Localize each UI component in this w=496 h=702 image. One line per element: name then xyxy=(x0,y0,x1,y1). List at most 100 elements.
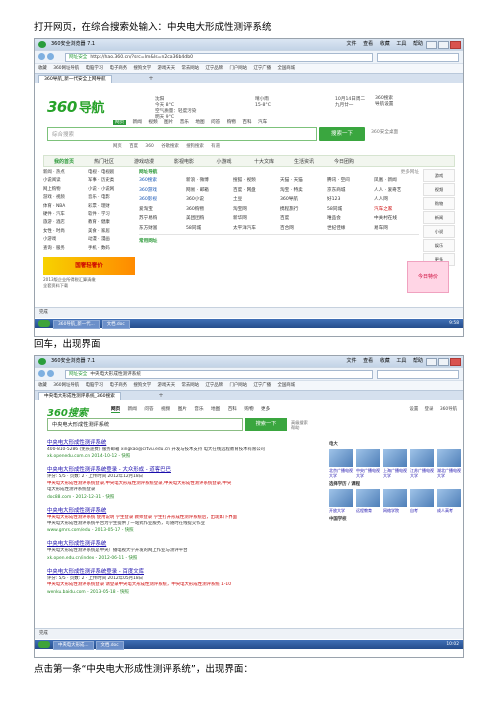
minimize-icon[interactable] xyxy=(426,358,437,366)
sidebar-card[interactable]: 成人高考 xyxy=(437,489,461,513)
result-url[interactable]: xk.openedu.com.cn 2014-10-12 - 快照 xyxy=(47,453,309,459)
sidebar-card[interactable]: 北京广播电视大学 xyxy=(329,449,353,478)
result-url[interactable]: xk.open.edu.cn/index - 2012-06-11 - 快照 xyxy=(47,555,309,561)
nav-item[interactable]: 生活资讯 xyxy=(284,156,324,166)
nav-item[interactable]: 今日团购 xyxy=(324,156,364,166)
tab-baike[interactable]: 百科 xyxy=(228,407,237,412)
weather-widget[interactable]: 沈阳 今天 8°C 空气质量：轻度污染 明天 9°C xyxy=(155,97,196,121)
minimize-icon[interactable] xyxy=(426,41,437,49)
tab-video[interactable]: 视频 xyxy=(161,407,170,412)
help-link[interactable]: 帮助 xyxy=(291,425,308,430)
more-link[interactable]: 更多网址 xyxy=(401,169,419,175)
fav-item[interactable]: 辽宁广播 xyxy=(253,66,271,71)
result-url[interactable]: www.gmrs.com/edu - 2013-05-17 - 快照 xyxy=(47,527,309,533)
taskbar-item[interactable]: 360导航_新一代... xyxy=(53,320,100,329)
nav-item[interactable]: 十大文库 xyxy=(244,156,284,166)
tab-images[interactable]: 图片 xyxy=(164,120,173,125)
close-icon[interactable] xyxy=(450,358,461,366)
result-title[interactable]: 中央电大形成性测评系统 xyxy=(47,506,309,514)
taskbar-item[interactable]: 文档.doc xyxy=(101,320,130,329)
settings-link[interactable]: 设置 xyxy=(409,407,418,412)
fav-item[interactable]: 电子商务 xyxy=(110,66,128,71)
sidebar-card[interactable]: 远程教育 xyxy=(356,489,380,513)
menu-tools[interactable]: 工具 xyxy=(396,41,406,47)
tab-images[interactable]: 图片 xyxy=(178,407,187,412)
back-icon[interactable] xyxy=(38,370,45,377)
engine-option[interactable]: 搜狗搜索 xyxy=(186,144,204,149)
forward-icon[interactable] xyxy=(47,370,54,377)
sidebar-card[interactable]: 湖北广播电视大学 xyxy=(437,449,461,478)
fav-item[interactable]: 游戏天天 xyxy=(158,383,176,388)
tab-shopping[interactable]: 购物 xyxy=(244,407,253,412)
tab-map[interactable]: 地图 xyxy=(195,120,204,125)
taskbar-item[interactable]: 文档.doc xyxy=(95,641,124,650)
fav-item[interactable]: 收藏 xyxy=(38,66,47,71)
browser-search-input[interactable] xyxy=(377,370,459,379)
result-title[interactable]: 中央电大形成性测评系统 xyxy=(47,438,309,446)
fav-item[interactable]: 全国商城 xyxy=(277,66,295,71)
fav-item[interactable]: 游戏天天 xyxy=(158,66,176,71)
sidebar-card[interactable]: 网络学院 xyxy=(383,489,407,513)
tab-qa[interactable]: 问答 xyxy=(144,407,153,412)
fav-item[interactable]: 门户网站 xyxy=(229,66,247,71)
sidebar-card[interactable]: 上海广播电视大学 xyxy=(383,449,407,478)
hot-link[interactable]: 360安全桌面 xyxy=(371,129,398,135)
main-search-input[interactable]: 综合搜索 xyxy=(47,127,317,141)
fav-item[interactable]: 收藏 xyxy=(38,383,47,388)
fav-item[interactable]: 电脑学习 xyxy=(86,66,104,71)
engine-option[interactable]: 有道 xyxy=(211,144,220,149)
fav-item[interactable]: 360网址导航 xyxy=(53,66,79,71)
tab-baike[interactable]: 百科 xyxy=(242,120,251,125)
start-button-icon[interactable] xyxy=(38,641,50,648)
tab-music[interactable]: 音乐 xyxy=(180,120,189,125)
nav-item[interactable]: 热门社区 xyxy=(84,156,124,166)
maximize-icon[interactable] xyxy=(438,41,449,49)
site-logo[interactable]: 360搜索 xyxy=(47,404,88,419)
result-title[interactable]: 中央电大形成性测评系统 xyxy=(47,539,309,547)
nav-item[interactable]: 我的首页 xyxy=(44,156,84,166)
tab-video[interactable]: 视频 xyxy=(148,120,157,125)
sidebar-card[interactable]: 江苏广播电视大学 xyxy=(410,449,434,478)
tab-news[interactable]: 新闻 xyxy=(128,407,137,412)
tab-auto[interactable]: 汽车 xyxy=(258,120,267,125)
link-nav-settings[interactable]: 导航设置 xyxy=(375,102,393,108)
url-input[interactable]: 网址安全 http://hao.360.cn/?src=lm&ls=n2ca36b… xyxy=(65,53,373,62)
new-tab-icon[interactable]: + xyxy=(147,75,155,82)
menu-view[interactable]: 查看 xyxy=(363,41,373,47)
tab-web[interactable]: 网页 xyxy=(111,407,121,413)
fav-item[interactable]: 全国商城 xyxy=(277,383,295,388)
banner-ad[interactable]: 国奢轻奢价 xyxy=(43,257,135,275)
browser-search-input[interactable] xyxy=(377,53,459,62)
fav-item[interactable]: 常去网站 xyxy=(182,66,200,71)
result-url[interactable]: doc88.com - 2012-12-31 - 快照 xyxy=(47,494,309,500)
back-icon[interactable] xyxy=(38,53,45,60)
menu-tools[interactable]: 工具 xyxy=(396,358,406,364)
menu-favorites[interactable]: 收藏 xyxy=(380,358,390,364)
tab-map[interactable]: 地图 xyxy=(211,407,220,412)
result-title[interactable]: 中央电大形成性测评系统登录 - 大众形成 - 道客巴巴 xyxy=(47,465,309,473)
maximize-icon[interactable] xyxy=(438,358,449,366)
tab-news[interactable]: 新闻 xyxy=(133,120,142,125)
menu-help[interactable]: 帮助 xyxy=(413,41,423,47)
sidebar-card[interactable]: 中央广播电视大学 xyxy=(356,449,380,478)
fav-item[interactable]: 门户网站 xyxy=(229,383,247,388)
sidebar-card[interactable]: 开放大学 xyxy=(329,489,353,513)
engine-option[interactable]: 百度 xyxy=(129,144,138,149)
taskbar-item[interactable]: 中央电大形成... xyxy=(53,641,94,650)
tab-web[interactable]: 网页 xyxy=(113,120,127,125)
fav-item[interactable]: 搜狗文学 xyxy=(134,66,152,71)
fav-item[interactable]: 辽宁品牌 xyxy=(205,66,223,71)
tab-shopping[interactable]: 购物 xyxy=(227,120,236,125)
forward-icon[interactable] xyxy=(47,53,54,60)
fav-item[interactable]: 电子商务 xyxy=(110,383,128,388)
fav-item[interactable]: 搜狗文学 xyxy=(134,383,152,388)
result-url[interactable]: wenku.baidu.com - 2013-05-18 - 快照 xyxy=(47,589,309,595)
result-title[interactable]: 中央电大形成性测评系统登录 - 百度文库 xyxy=(47,567,309,575)
sidebar-card[interactable]: 自考 xyxy=(410,489,434,513)
url-input[interactable]: 网址安全 中央电大形成性测评系统 xyxy=(65,370,373,379)
fav-item[interactable]: 辽宁品牌 xyxy=(205,383,223,388)
search-button[interactable]: 搜索一下 xyxy=(319,127,365,141)
fav-item[interactable]: 电脑学习 xyxy=(86,383,104,388)
fav-item[interactable]: 辽宁广播 xyxy=(253,383,271,388)
nav-item[interactable]: 影视电影 xyxy=(164,156,204,166)
